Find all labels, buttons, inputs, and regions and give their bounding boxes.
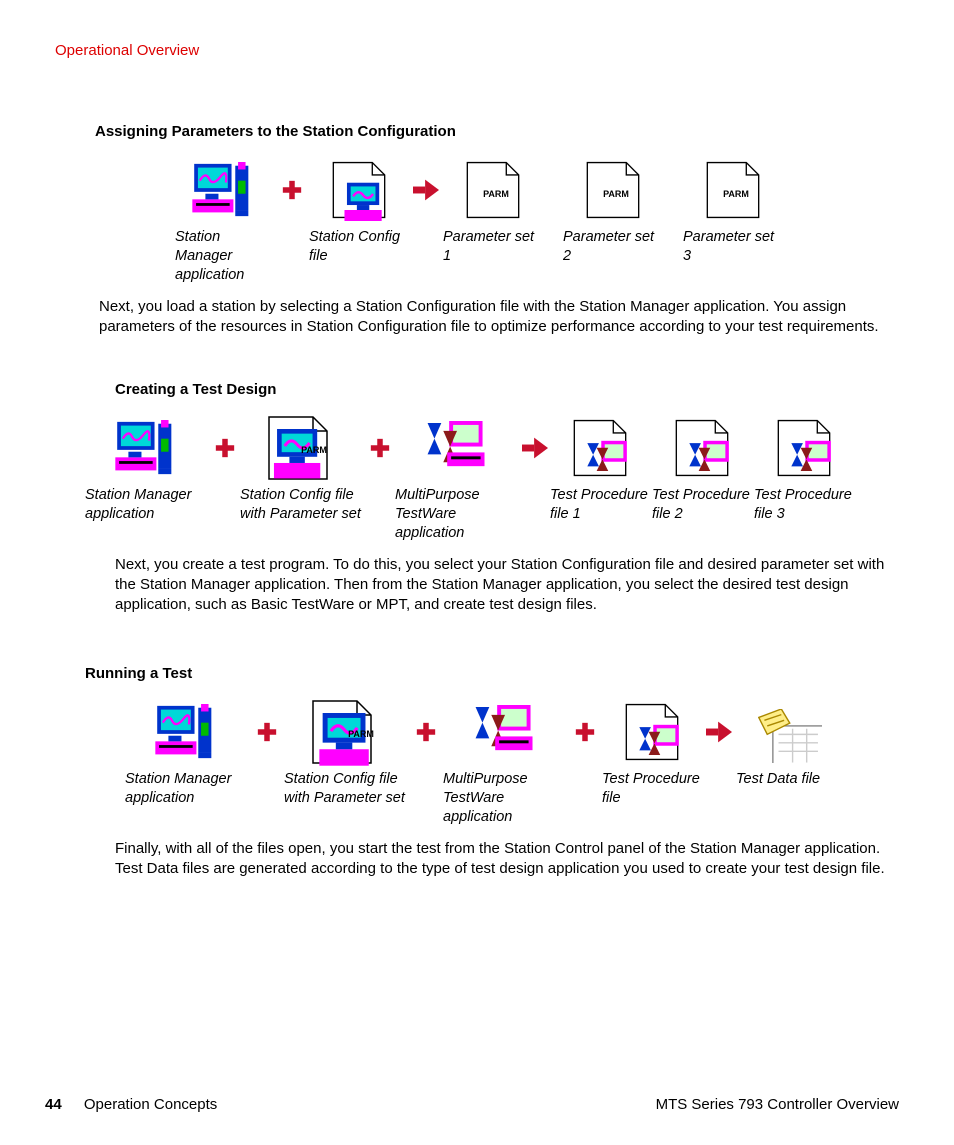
item-station-config-parm: PARM Station Config file with Parameter … (240, 418, 365, 524)
testware-icon (423, 421, 493, 475)
file-icon: PARM (297, 697, 397, 767)
parm-label: PARM (483, 189, 509, 199)
file-icon (621, 701, 683, 763)
file-icon (773, 417, 835, 479)
parm-label: PARM (723, 189, 749, 199)
plus-icon (254, 702, 280, 762)
heading-assigning: Assigning Parameters to the Station Conf… (95, 121, 899, 142)
item-station-config-parm: PARM Station Config file with Parameter … (284, 702, 409, 808)
page-footer: 44 Operation Concepts MTS Series 793 Con… (45, 1094, 899, 1115)
caption: Station Config file with Parameter set (240, 486, 365, 524)
file-icon: PARM (258, 413, 348, 483)
item-station-manager: Station Manager application (85, 418, 210, 524)
caption: Test Procedure file 2 (652, 486, 752, 524)
item-station-manager: Station Manager application (125, 702, 250, 808)
arrow-icon (706, 702, 732, 762)
file-icon: PARM (702, 159, 764, 221)
caption: Station Manager application (175, 228, 275, 285)
item-tpf: Test Procedure file (602, 702, 702, 808)
page-header: Operational Overview (55, 40, 899, 61)
caption: MultiPurpose TestWare application (395, 486, 520, 543)
caption: Parameter set 2 (563, 228, 663, 266)
item-tp2: Test Procedure file 2 (652, 418, 752, 524)
caption: Station Manager application (85, 486, 210, 524)
parm-label: PARM (301, 445, 327, 455)
plus-icon (212, 418, 238, 478)
file-icon (569, 417, 631, 479)
item-mpt: MultiPurpose TestWare application (443, 702, 568, 827)
flow-assigning: Station Manager application Station Conf… (95, 160, 899, 285)
plus-icon (413, 702, 439, 762)
plus-icon (279, 160, 305, 220)
arrow-icon (413, 160, 439, 220)
heading-running: Running a Test (85, 663, 899, 684)
caption: Test Procedure file (602, 770, 702, 808)
caption: MultiPurpose TestWare application (443, 770, 568, 827)
item-mpt: MultiPurpose TestWare application (395, 418, 520, 543)
item-tp1: Test Procedure file 1 (550, 418, 650, 524)
item-param-1: PARM Parameter set 1 (443, 160, 543, 266)
body-running: Finally, with all of the files open, you… (115, 839, 899, 880)
item-param-2: PARM Parameter set 2 (563, 160, 663, 266)
caption: Parameter set 1 (443, 228, 543, 266)
caption: Station Manager application (125, 770, 250, 808)
parm-label: PARM (348, 729, 374, 739)
item-param-3: PARM Parameter set 3 (683, 160, 783, 266)
file-icon: PARM (462, 159, 524, 221)
parm-label: PARM (603, 189, 629, 199)
arrow-icon (522, 418, 548, 478)
footer-doc-title: MTS Series 793 Controller Overview (656, 1094, 899, 1115)
body-assigning: Next, you load a station by selecting a … (99, 297, 899, 338)
caption: Test Data file (736, 770, 820, 789)
body-creating: Next, you create a test program. To do t… (115, 555, 899, 616)
caption: Test Procedure file 3 (754, 486, 854, 524)
item-station-config: Station Config file (309, 160, 409, 266)
plus-icon (572, 702, 598, 762)
footer-section: Operation Concepts (84, 1096, 217, 1113)
heading-creating: Creating a Test Design (115, 379, 899, 400)
station-manager-icon (113, 420, 183, 476)
flow-creating: Station Manager application PARM Station… (85, 418, 899, 543)
page-number: 44 (45, 1096, 62, 1113)
caption: Station Config file (309, 228, 409, 266)
station-manager-icon (190, 162, 260, 218)
file-icon: PARM (582, 159, 644, 221)
plus-icon (367, 418, 393, 478)
item-station-manager: Station Manager application (175, 160, 275, 285)
file-icon (671, 417, 733, 479)
data-file-icon (750, 701, 822, 763)
caption: Parameter set 3 (683, 228, 783, 266)
flow-running: Station Manager application PARM Station… (125, 702, 899, 827)
item-tdf: Test Data file (736, 702, 836, 789)
station-manager-icon (153, 704, 223, 760)
file-icon (328, 159, 390, 221)
caption: Station Config file with Parameter set (284, 770, 409, 808)
testware-icon (471, 705, 541, 759)
item-tp3: Test Procedure file 3 (754, 418, 854, 524)
caption: Test Procedure file 1 (550, 486, 650, 524)
